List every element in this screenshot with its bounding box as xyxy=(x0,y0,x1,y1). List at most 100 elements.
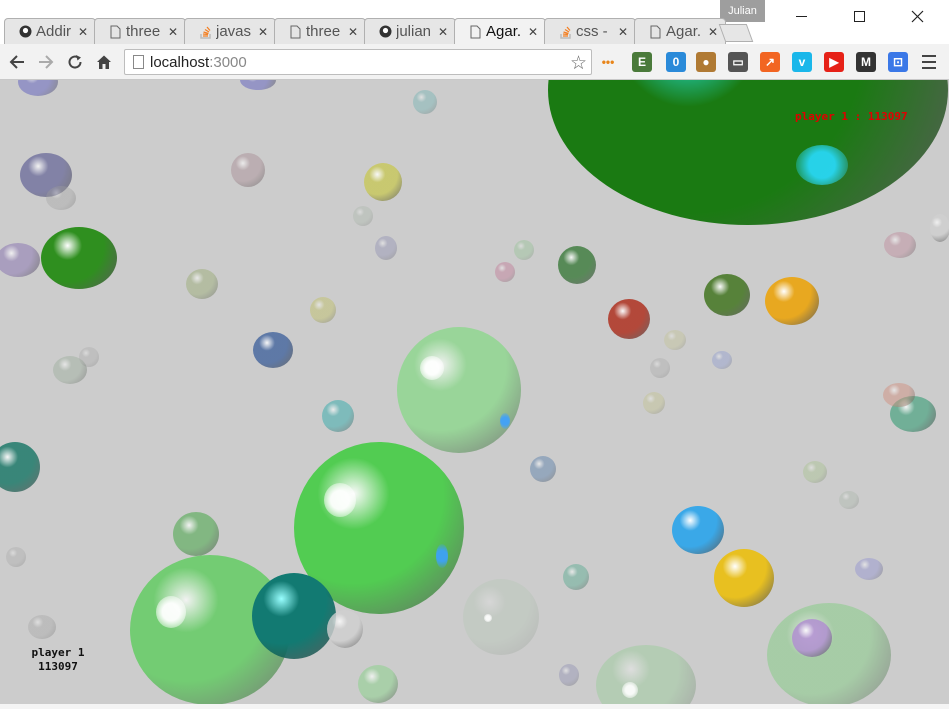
tab-close-icon[interactable]: ✕ xyxy=(707,26,719,38)
sphere xyxy=(240,80,276,90)
stackoverflow-icon xyxy=(559,25,572,39)
forward-button[interactable] xyxy=(35,51,57,73)
tab-strip: Addir ✕ three ✕ javas ✕ three ✕ julian ✕… xyxy=(0,18,760,44)
sphere xyxy=(322,400,354,432)
sphere-highlight xyxy=(484,614,492,622)
analytics-icon[interactable]: ↗ xyxy=(760,52,780,72)
sphere xyxy=(358,665,398,703)
sphere-highlight xyxy=(622,682,638,698)
sphere xyxy=(884,232,916,258)
sphere xyxy=(855,558,883,580)
sphere xyxy=(883,383,915,407)
sphere xyxy=(558,246,596,284)
sphere xyxy=(712,351,732,369)
sphere xyxy=(596,645,696,709)
sphere xyxy=(714,549,774,607)
title-bar: Julian Addir ✕ three ✕ javas ✕ three ✕ j… xyxy=(0,0,949,44)
tab-close-icon[interactable]: ✕ xyxy=(257,26,269,38)
tab-title: three xyxy=(126,23,161,40)
tab-active[interactable]: Agar. ✕ xyxy=(454,18,546,44)
sphere-highlight xyxy=(324,483,356,517)
tab[interactable]: css - ✕ xyxy=(544,18,636,44)
sphere xyxy=(930,214,949,242)
maximize-button[interactable] xyxy=(836,0,882,32)
sphere xyxy=(643,392,665,414)
maximize-icon xyxy=(853,10,865,22)
sphere xyxy=(548,80,948,225)
sphere xyxy=(563,564,589,590)
tab-close-icon[interactable]: ✕ xyxy=(437,26,449,38)
sphere xyxy=(46,186,76,210)
tab-close-icon[interactable]: ✕ xyxy=(617,26,629,38)
bookmark-star-icon[interactable]: ☆ xyxy=(570,52,587,75)
tab-title: Agar. xyxy=(486,23,522,40)
tab-title: julian xyxy=(396,23,432,40)
tab-title: css - xyxy=(576,23,608,40)
url-host: localhost xyxy=(150,53,210,71)
minimize-button[interactable] xyxy=(778,0,824,32)
sphere xyxy=(413,90,437,114)
player-score-label: player 1 : 113097 xyxy=(795,110,908,123)
tab-close-icon[interactable]: ✕ xyxy=(77,26,89,38)
sphere xyxy=(530,456,556,482)
vimeo-icon[interactable]: v xyxy=(792,52,812,72)
evernote-icon[interactable]: E xyxy=(632,52,652,72)
back-button[interactable] xyxy=(6,51,28,73)
cast-icon[interactable]: ▭ xyxy=(728,52,748,72)
sphere xyxy=(765,277,819,325)
medium-icon[interactable]: M xyxy=(856,52,876,72)
sphere xyxy=(514,240,534,260)
page-info-icon[interactable] xyxy=(133,55,144,69)
sphere xyxy=(375,236,397,260)
sphere xyxy=(6,547,26,567)
player-name: player 1 xyxy=(31,646,85,659)
back-arrow-icon xyxy=(9,55,24,69)
forward-arrow-icon xyxy=(39,55,54,69)
chrome-menu-button[interactable] xyxy=(920,53,938,71)
page-bottom-edge xyxy=(0,704,949,709)
reload-icon xyxy=(68,55,82,69)
tab-title: Agar. xyxy=(666,23,702,40)
tab[interactable]: Addir ✕ xyxy=(4,18,96,44)
sphere-highlight xyxy=(500,413,510,429)
sphere xyxy=(495,262,515,282)
new-tab-button[interactable] xyxy=(718,24,754,42)
sphere-highlight xyxy=(436,544,448,568)
tab[interactable]: Agar. ✕ xyxy=(634,18,726,44)
tab[interactable]: julian ✕ xyxy=(364,18,456,44)
home-button[interactable] xyxy=(93,51,115,73)
tab-title: three xyxy=(306,23,341,40)
sphere xyxy=(608,299,650,339)
sphere xyxy=(767,603,891,707)
sphere xyxy=(704,274,750,316)
youtube-icon[interactable]: ▶ xyxy=(824,52,844,72)
tab-close-icon[interactable]: ✕ xyxy=(167,26,179,38)
tab-title: javas xyxy=(216,23,252,40)
sphere xyxy=(672,506,724,554)
more-dots-icon[interactable]: ••• xyxy=(598,52,618,72)
reload-button[interactable] xyxy=(64,51,86,73)
ghostery-icon[interactable]: 0 xyxy=(666,52,686,72)
sphere-highlight xyxy=(420,356,444,380)
tab[interactable]: three ✕ xyxy=(274,18,366,44)
tab-title: Addir xyxy=(36,23,72,40)
sphere xyxy=(18,80,58,96)
tab[interactable]: javas ✕ xyxy=(184,18,276,44)
tab-close-icon[interactable]: ✕ xyxy=(347,26,359,38)
tab-close-icon[interactable]: ✕ xyxy=(527,26,539,38)
close-window-button[interactable] xyxy=(894,0,940,32)
close-icon xyxy=(911,10,923,22)
player-score: 113097 xyxy=(38,660,78,673)
cookie-icon[interactable]: ● xyxy=(696,52,716,72)
sphere xyxy=(463,579,539,655)
github-icon xyxy=(379,25,392,39)
address-bar[interactable]: localhost:3000 ☆ xyxy=(124,49,592,75)
page-icon xyxy=(649,25,662,39)
sphere xyxy=(803,461,827,483)
tab-extension-icon[interactable]: ⊡ xyxy=(888,52,908,72)
tab[interactable]: three ✕ xyxy=(94,18,186,44)
sphere xyxy=(173,512,219,556)
stackoverflow-icon xyxy=(199,25,212,39)
game-canvas[interactable] xyxy=(0,80,949,709)
page-icon xyxy=(469,25,482,39)
